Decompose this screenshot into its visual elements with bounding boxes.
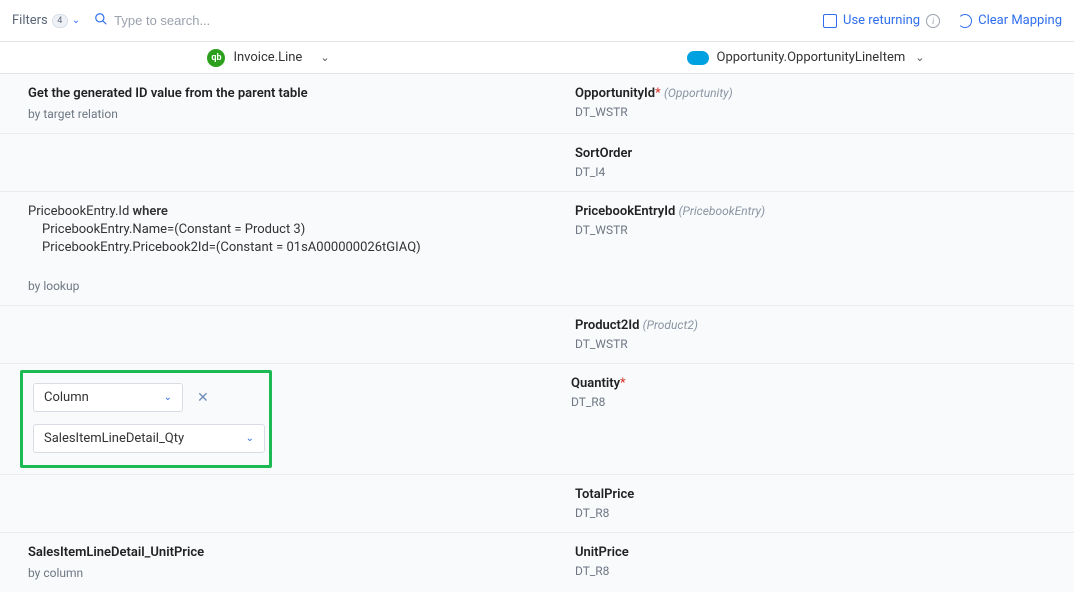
source-by: by lookup <box>28 279 507 293</box>
clear-mapping-label: Clear Mapping <box>978 13 1062 28</box>
filters-label: Filters <box>12 13 48 28</box>
lookup-condition: PricebookEntry.Name=(Constant = Product … <box>28 222 507 237</box>
field-name: SortOrder <box>575 146 632 161</box>
refresh-icon <box>958 14 972 28</box>
table-row[interactable]: PricebookEntry.Id where PricebookEntry.N… <box>0 192 1074 306</box>
column-select[interactable]: SalesItemLineDetail_Qty ⌄ <box>33 424 265 453</box>
source-cell: SalesItemLineDetail_UnitPrice by column <box>0 533 547 592</box>
source-cell <box>0 475 547 532</box>
chevron-down-icon: ⌄ <box>164 392 172 403</box>
type-select-row: Column ⌄ ✕ <box>33 383 259 412</box>
required-star: * <box>620 376 626 391</box>
chevron-down-icon: ⌄ <box>72 15 80 26</box>
source-header[interactable]: qb Invoice.Line ⌄ <box>0 42 537 73</box>
toolbar-right: Use returning i Clear Mapping <box>823 13 1062 28</box>
info-icon[interactable]: i <box>926 14 940 28</box>
source-label: Invoice.Line <box>233 50 302 65</box>
source-cell <box>0 134 547 191</box>
field-ref: (PricebookEntry) <box>679 204 766 218</box>
target-cell: TotalPrice DT_R8 <box>547 475 1074 532</box>
target-cell: Quantity* DT_R8 <box>543 364 1074 474</box>
field-type: DT_WSTR <box>575 105 1054 119</box>
use-returning-button[interactable]: Use returning i <box>823 13 940 28</box>
field-name: Quantity <box>571 376 620 391</box>
field-ref: (Opportunity) <box>664 86 733 100</box>
lookup-where: where <box>133 204 168 219</box>
table-row[interactable]: SortOrder DT_I4 <box>0 134 1074 192</box>
field-type: DT_R8 <box>571 395 1054 409</box>
search-icon <box>94 12 108 30</box>
lookup-source: PricebookEntry.Id <box>28 204 129 219</box>
source-cell: Column ⌄ ✕ SalesItemLineDetail_Qty ⌄ <box>0 364 543 474</box>
active-mapping-editor: Column ⌄ ✕ SalesItemLineDetail_Qty ⌄ <box>20 370 272 468</box>
field-name: OpportunityId <box>575 86 655 101</box>
field-ref: (Product2) <box>643 318 698 332</box>
quickbooks-icon: qb <box>207 49 225 67</box>
source-cell: PricebookEntry.Id where PricebookEntry.N… <box>0 192 547 305</box>
table-row[interactable]: SalesItemLineDetail_UnitPrice by column … <box>0 533 1074 592</box>
target-cell: Product2Id (Product2) DT_WSTR <box>547 306 1074 363</box>
target-cell: SortOrder DT_I4 <box>547 134 1074 191</box>
table-row[interactable]: Product2Id (Product2) DT_WSTR <box>0 306 1074 364</box>
lookup-expression: PricebookEntry.Id where <box>28 204 507 219</box>
field-type: DT_R8 <box>575 564 1054 578</box>
salesforce-icon <box>687 51 709 65</box>
checkbox-icon <box>823 14 837 28</box>
target-header[interactable]: Opportunity.OpportunityLineItem ⌄ <box>537 42 1074 73</box>
clear-mapping-icon[interactable]: ✕ <box>193 390 213 406</box>
field-type: DT_I4 <box>575 165 1054 179</box>
search-input[interactable] <box>114 13 274 28</box>
table-row[interactable]: Column ⌄ ✕ SalesItemLineDetail_Qty ⌄ Qua… <box>0 364 1074 475</box>
table-row[interactable]: TotalPrice DT_R8 <box>0 475 1074 533</box>
mapping-table: Get the generated ID value from the pare… <box>0 74 1074 592</box>
source-by: by column <box>28 566 507 580</box>
chevron-down-icon: ⌄ <box>320 51 329 64</box>
field-type: DT_WSTR <box>575 223 1054 237</box>
search-wrap <box>94 12 274 30</box>
chevron-down-icon: ⌄ <box>915 51 924 64</box>
use-returning-label: Use returning <box>843 13 920 28</box>
table-row[interactable]: Get the generated ID value from the pare… <box>0 74 1074 134</box>
filters-count-badge: 4 <box>52 14 68 28</box>
clear-mapping-button[interactable]: Clear Mapping <box>958 13 1062 28</box>
target-label: Opportunity.OpportunityLineItem <box>717 50 906 65</box>
target-cell: OpportunityId* (Opportunity) DT_WSTR <box>547 74 1074 133</box>
toolbar-left: Filters 4 ⌄ <box>12 12 274 30</box>
field-type: DT_R8 <box>575 506 1054 520</box>
source-cell <box>0 306 547 363</box>
chevron-down-icon: ⌄ <box>246 433 254 444</box>
target-cell: UnitPrice DT_R8 <box>547 533 1074 592</box>
field-name: TotalPrice <box>575 487 634 502</box>
field-name: PricebookEntryId <box>575 204 675 219</box>
field-name: Product2Id <box>575 318 639 333</box>
source-by: by target relation <box>28 107 507 121</box>
mapping-type-value: Column <box>44 390 89 405</box>
mapping-type-select[interactable]: Column ⌄ <box>33 383 183 412</box>
column-value: SalesItemLineDetail_Qty <box>44 431 184 446</box>
lookup-condition: PricebookEntry.Pricebook2Id=(Constant = … <box>28 240 507 255</box>
source-cell: Get the generated ID value from the pare… <box>0 74 547 133</box>
field-type: DT_WSTR <box>575 337 1054 351</box>
filters-button[interactable]: Filters 4 ⌄ <box>12 13 80 28</box>
toolbar: Filters 4 ⌄ Use returning i Clear Mappin… <box>0 0 1074 42</box>
target-cell: PricebookEntryId (PricebookEntry) DT_WST… <box>547 192 1074 305</box>
source-expression: Get the generated ID value from the pare… <box>28 86 507 101</box>
required-star: * <box>655 86 661 101</box>
mapping-header: qb Invoice.Line ⌄ Opportunity.Opportunit… <box>0 42 1074 74</box>
